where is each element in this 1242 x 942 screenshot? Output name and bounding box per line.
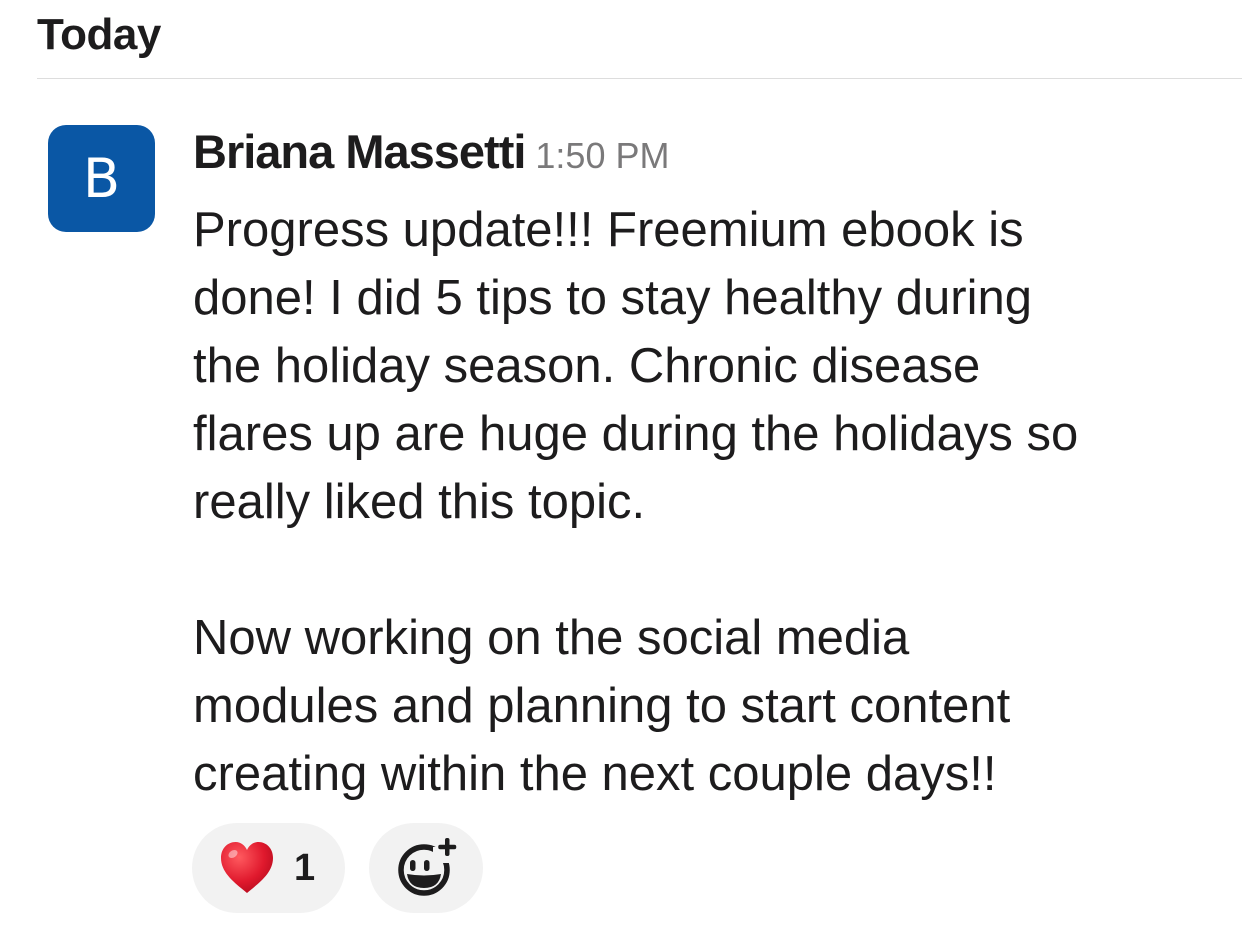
message-timestamp[interactable]: 1:50 PM: [535, 135, 669, 176]
message-line: done! I did 5 tips to stay healthy durin…: [193, 271, 1032, 325]
sender-name[interactable]: Briana Massetti: [193, 125, 526, 178]
red-heart-icon: [221, 842, 273, 893]
add-reaction-icon: [398, 838, 457, 896]
message-line: Now working on the social media: [193, 611, 910, 665]
avatar[interactable]: B: [48, 125, 155, 232]
day-divider: Today: [37, 6, 1242, 79]
day-label: Today: [37, 10, 161, 59]
message-line: modules and planning to start content: [193, 679, 1011, 733]
message-body: Progress update!!! Freemium ebook is don…: [193, 196, 1233, 808]
message-header: Briana Massetti 1:50 PM: [193, 124, 669, 179]
message-line: flares up are huge during the holidays s…: [193, 407, 1079, 461]
message-line: Progress update!!! Freemium ebook is: [193, 203, 1024, 257]
reaction-count: 1: [294, 847, 316, 889]
add-reaction-button[interactable]: [369, 823, 483, 913]
message-line: really liked this topic.: [193, 475, 646, 529]
heart-reaction-button[interactable]: 1: [192, 823, 345, 913]
message-line: creating within the next couple days!!: [193, 747, 997, 801]
avatar-letter: B: [82, 147, 121, 210]
message-line: the holiday season. Chronic disease: [193, 339, 981, 393]
